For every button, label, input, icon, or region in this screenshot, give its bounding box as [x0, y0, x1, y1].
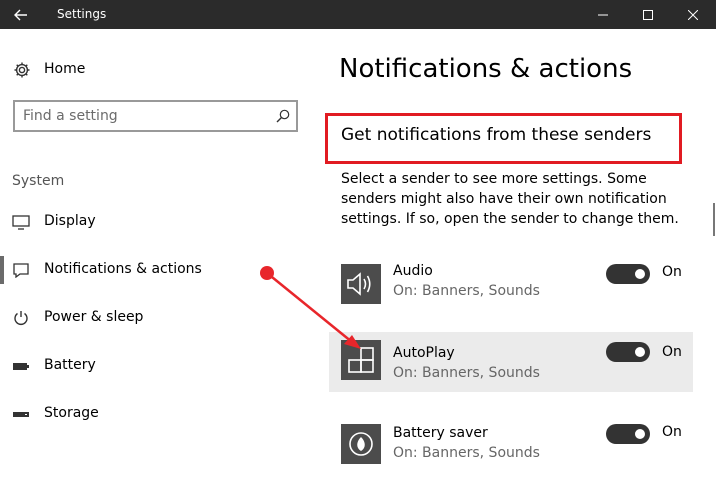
search-icon[interactable]: [276, 109, 290, 123]
toggle-knob: [635, 269, 645, 279]
sender-audio[interactable]: Audio On: Banners, Sounds On: [329, 262, 693, 322]
sidebar-item-storage[interactable]: Storage: [0, 394, 310, 434]
sender-status: On: Banners, Sounds: [393, 283, 540, 299]
window-title: Settings: [57, 7, 107, 21]
sidebar-item-label: Storage: [44, 405, 99, 421]
maximize-icon: [643, 9, 653, 20]
scrollbar-thumb[interactable]: [713, 203, 715, 236]
battery-icon: [13, 363, 29, 370]
selection-indicator: [0, 256, 4, 284]
toggle-state: On: [662, 264, 682, 280]
battery-saver-toggle[interactable]: [606, 424, 650, 444]
highlight-box: [325, 113, 682, 164]
autoplay-toggle[interactable]: [606, 342, 650, 362]
notification-icon: [13, 263, 29, 278]
title-bar: Settings: [0, 0, 716, 29]
sidebar-item-label: Display: [44, 213, 96, 229]
back-button[interactable]: [0, 0, 42, 29]
section-description: Select a sender to see more settings. So…: [341, 171, 679, 227]
sender-tile: [341, 424, 381, 464]
sidebar-item-display[interactable]: Display: [0, 202, 310, 242]
sender-name: Audio: [393, 263, 433, 279]
close-button[interactable]: [670, 0, 716, 29]
battery-saver-icon: [349, 432, 373, 456]
home-nav-item[interactable]: Home: [13, 58, 85, 82]
display-icon: [12, 215, 30, 230]
autoplay-icon: [348, 347, 374, 373]
sender-status: On: Banners, Sounds: [393, 445, 540, 461]
sender-status: On: Banners, Sounds: [393, 365, 540, 381]
toggle-state: On: [662, 344, 682, 360]
maximize-button[interactable]: [625, 0, 671, 29]
sidebar-item-label: Power & sleep: [44, 309, 144, 325]
search-box[interactable]: [13, 100, 298, 132]
close-icon: [688, 9, 698, 20]
sidebar-item-power-sleep[interactable]: Power & sleep: [0, 298, 310, 338]
sender-battery-saver[interactable]: Battery saver On: Banners, Sounds On: [329, 422, 693, 482]
search-input[interactable]: [23, 106, 273, 126]
toggle-knob: [635, 429, 645, 439]
sidebar-item-label: Battery: [44, 357, 96, 373]
sender-tile: [341, 264, 381, 304]
speaker-icon: [347, 272, 371, 296]
power-icon: [14, 311, 28, 325]
sender-name: Battery saver: [393, 425, 488, 441]
sidebar-item-label: Notifications & actions: [44, 261, 202, 277]
section-label-system: System: [12, 173, 65, 189]
sender-tile: [341, 340, 381, 380]
page-title: Notifications & actions: [339, 54, 633, 84]
minimize-button[interactable]: [580, 0, 626, 29]
back-arrow-icon: [14, 9, 27, 20]
home-label: Home: [44, 61, 86, 77]
sidebar-item-notifications[interactable]: Notifications & actions: [0, 250, 310, 290]
minimize-icon: [598, 14, 608, 15]
storage-icon: [13, 412, 29, 417]
sidebar-item-battery[interactable]: Battery: [0, 346, 310, 386]
sender-name: AutoPlay: [393, 345, 455, 361]
sender-autoplay[interactable]: AutoPlay On: Banners, Sounds On: [329, 332, 693, 392]
toggle-knob: [635, 347, 645, 357]
gear-icon: [14, 62, 30, 78]
audio-toggle[interactable]: [606, 264, 650, 284]
toggle-state: On: [662, 424, 682, 440]
